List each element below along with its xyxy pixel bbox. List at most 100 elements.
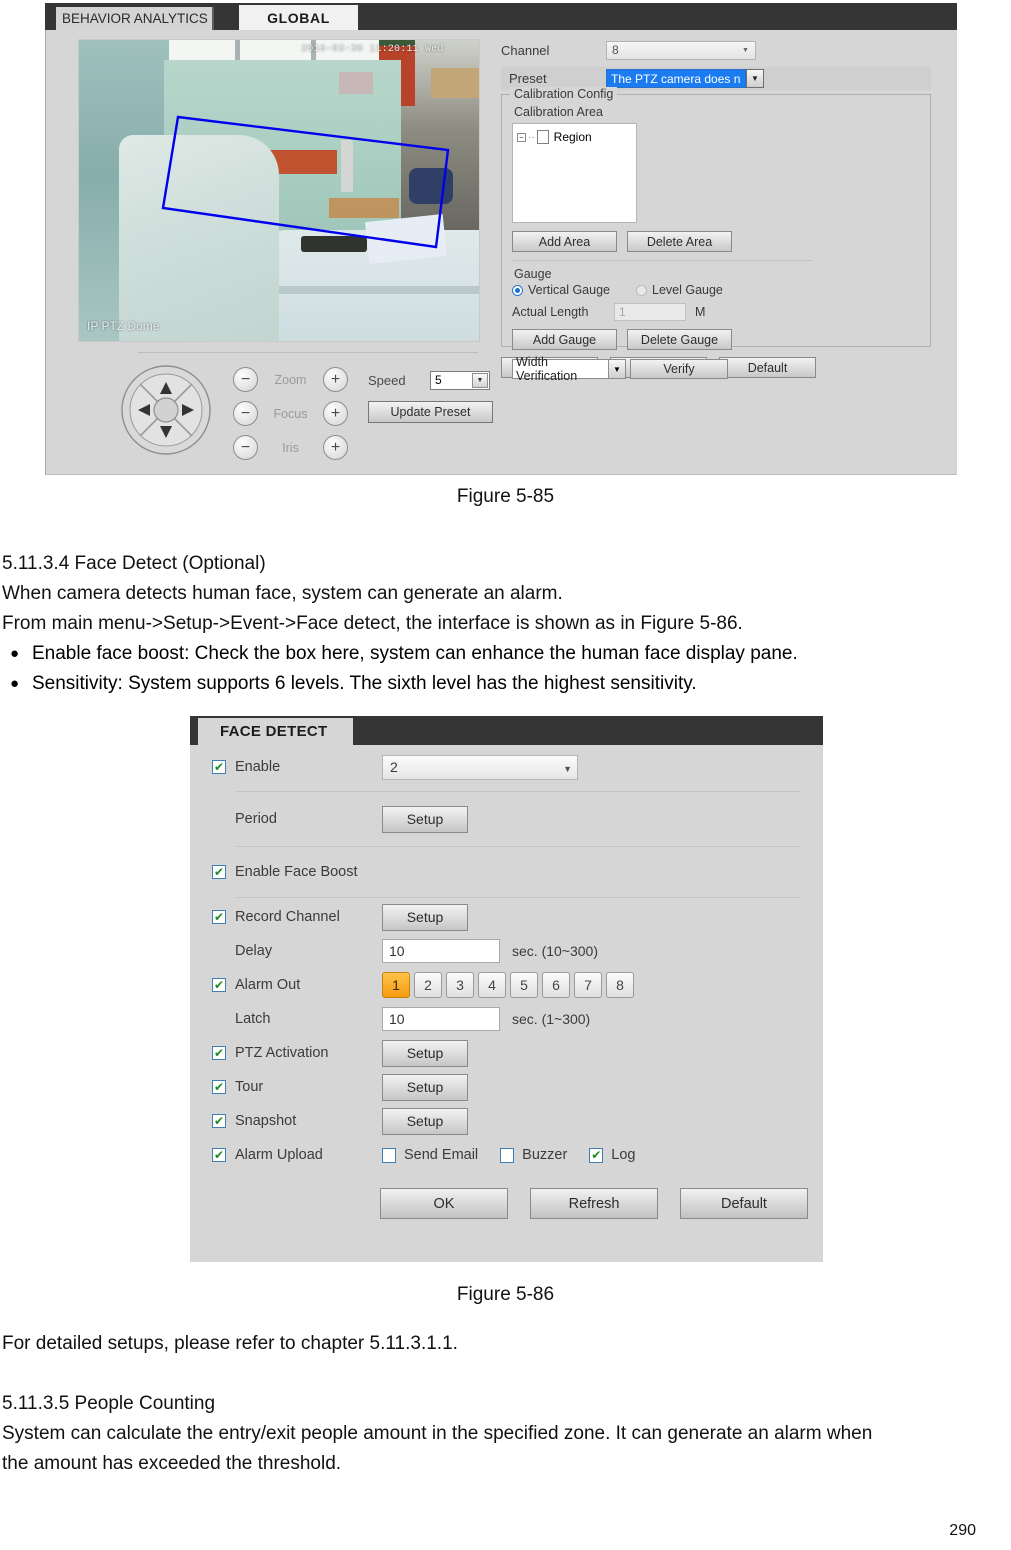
tour-setup-button[interactable]: Setup [382, 1073, 468, 1101]
alarm-out-button[interactable]: 8 [606, 972, 634, 998]
channel-row: Channel 8 ▼ [501, 39, 931, 61]
enable-checkbox[interactable]: ✔ [212, 760, 226, 774]
verification-type-select[interactable]: Width Verification [512, 355, 609, 383]
alarm-upload-checkbox[interactable]: ✔ [212, 1148, 226, 1162]
calibration-config-group: Calibration Config Calibration Area − ··… [501, 87, 931, 383]
video-camera-name-overlay: IP PTZ Dome [87, 319, 160, 333]
snapshot-checkbox[interactable]: ✔ [212, 1114, 226, 1128]
iris-minus-icon[interactable]: − [233, 435, 258, 460]
tour-row: ✔ Tour Setup [190, 1070, 823, 1104]
expand-collapse-icon[interactable]: − [517, 132, 526, 142]
latch-row: Latch 10 sec. (1~300) [190, 1002, 823, 1036]
actual-length-row: Actual Length 1 M [512, 303, 920, 321]
vertical-gauge-label: Vertical Gauge [528, 283, 610, 297]
chevron-down-icon[interactable]: ▼ [563, 764, 572, 774]
verify-button[interactable]: Verify [630, 359, 728, 379]
snapshot-label: Snapshot [235, 1113, 297, 1129]
bullet-icon: ● [10, 675, 20, 692]
tour-checkbox[interactable]: ✔ [212, 1080, 226, 1094]
chevron-down-icon[interactable]: ▼ [472, 372, 488, 388]
period-setup-button[interactable]: Setup [382, 805, 468, 833]
alarm-out-button[interactable]: 5 [510, 972, 538, 998]
refresh-button[interactable]: Refresh [530, 1188, 658, 1219]
delete-area-button[interactable]: Delete Area [627, 231, 732, 252]
log-label: Log [611, 1147, 636, 1163]
figure-5-86: FACE DETECT ✔ Enable 2 ▼ Period Setup ✔ … [190, 716, 823, 1262]
focus-minus-icon[interactable]: − [233, 401, 258, 426]
alarm-out-button[interactable]: 3 [446, 972, 474, 998]
zoom-plus-icon[interactable]: + [323, 367, 348, 392]
chevron-down-icon[interactable]: ▼ [738, 44, 753, 58]
video-preview[interactable]: 2016-03-30 11:20:11 Wed IP PTZ Dome [78, 39, 480, 342]
ptz-activation-setup-button[interactable]: Setup [382, 1039, 468, 1067]
ok-button[interactable]: OK [380, 1188, 508, 1219]
focus-plus-icon[interactable]: + [323, 401, 348, 426]
vertical-gauge-radio[interactable] [512, 284, 523, 296]
alarm-out-button[interactable]: 1 [382, 972, 410, 998]
record-channel-row: ✔ Record Channel Setup [190, 900, 823, 934]
zoom-label: Zoom [274, 372, 307, 387]
width-verification-row: Width Verification ▼ Verify [512, 355, 920, 383]
default-button[interactable]: Default [680, 1188, 808, 1219]
face-boost-checkbox[interactable]: ✔ [212, 865, 226, 879]
tab-face-detect[interactable]: FACE DETECT [198, 718, 353, 745]
alarm-out-label: Alarm Out [235, 977, 301, 993]
bullet-icon: ● [10, 645, 20, 662]
send-email-checkbox[interactable]: ✔ [382, 1147, 396, 1163]
figure-caption-5-85: Figure 5-85 [456, 486, 555, 507]
zoom-minus-icon[interactable]: − [233, 367, 258, 392]
divider [236, 846, 801, 847]
tree-connector: ·· [528, 131, 535, 143]
ptz-lens-controls: − Zoom + − Focus + − Iris + [233, 364, 348, 466]
delete-gauge-button[interactable]: Delete Gauge [627, 329, 732, 350]
latch-label-col: Latch [212, 1011, 382, 1027]
section-heading-5-11-3-4: 5.11.3.4 Face Detect (Optional) [2, 553, 266, 574]
add-gauge-button[interactable]: Add Gauge [512, 329, 617, 350]
update-preset-button[interactable]: Update Preset [368, 401, 493, 423]
chevron-down-icon[interactable]: ▼ [609, 359, 626, 379]
ptz-direction-pad[interactable] [120, 364, 212, 456]
people-counting-paragraph-1: System can calculate the entry/exit peop… [2, 1423, 873, 1444]
chevron-down-icon[interactable]: ▼ [746, 69, 764, 88]
buzzer-checkbox[interactable]: ✔ [500, 1147, 515, 1163]
level-gauge-radio[interactable] [636, 284, 647, 296]
alarm-out-button[interactable]: 6 [542, 972, 570, 998]
delay-input[interactable]: 10 [382, 939, 500, 963]
tab-behavior-analytics[interactable]: BEHAVIOR ANALYTICS [56, 7, 214, 30]
iris-plus-icon[interactable]: + [323, 435, 348, 460]
tab-global[interactable]: GLOBAL [239, 5, 358, 30]
detection-region-polygon[interactable] [79, 40, 479, 341]
calibration-area-tree[interactable]: − ·· Region [512, 123, 637, 223]
snapshot-setup-button[interactable]: Setup [382, 1107, 468, 1135]
ptz-activation-checkbox[interactable]: ✔ [212, 1046, 226, 1060]
preset-select[interactable]: The PTZ camera does n [606, 69, 746, 88]
channel-select[interactable]: 2 ▼ [382, 754, 578, 780]
speed-label: Speed [368, 372, 406, 388]
log-checkbox[interactable]: ✔ [589, 1147, 604, 1163]
record-channel-setup-button[interactable]: Setup [382, 903, 468, 931]
actual-length-input[interactable]: 1 [614, 303, 686, 321]
calibration-area-label: Calibration Area [514, 105, 603, 119]
tour-label-col: ✔ Tour [212, 1079, 382, 1095]
add-area-button[interactable]: Add Area [512, 231, 617, 252]
ptz-iris-row: − Iris + [233, 432, 348, 463]
tree-item-region[interactable]: − ·· Region [517, 130, 632, 144]
figure-caption-5-86: Figure 5-86 [456, 1284, 555, 1305]
alarm-out-label-col: ✔ Alarm Out [212, 977, 382, 993]
record-channel-checkbox[interactable]: ✔ [212, 910, 226, 924]
alarm-out-button[interactable]: 4 [478, 972, 506, 998]
actual-length-label: Actual Length [512, 305, 589, 319]
channel-select[interactable]: 8 ▼ [606, 40, 756, 60]
record-channel-label: Record Channel [235, 909, 340, 925]
alarm-out-button[interactable]: 7 [574, 972, 602, 998]
speed-select[interactable]: 5 ▼ [430, 370, 490, 390]
section-heading-5-11-3-5: 5.11.3.5 People Counting [2, 1393, 216, 1414]
alarm-out-button[interactable]: 2 [414, 972, 442, 998]
alarm-out-checkbox[interactable]: ✔ [212, 978, 226, 992]
face-detect-bullet-1: ● Enable face boost: Check the box here,… [2, 639, 1007, 669]
face-detect-section: 5.11.3.4 Face Detect (Optional) When cam… [2, 549, 1007, 699]
divider [236, 897, 801, 898]
latch-input[interactable]: 10 [382, 1007, 500, 1031]
figure86-action-buttons: OK Refresh Default [380, 1188, 823, 1219]
